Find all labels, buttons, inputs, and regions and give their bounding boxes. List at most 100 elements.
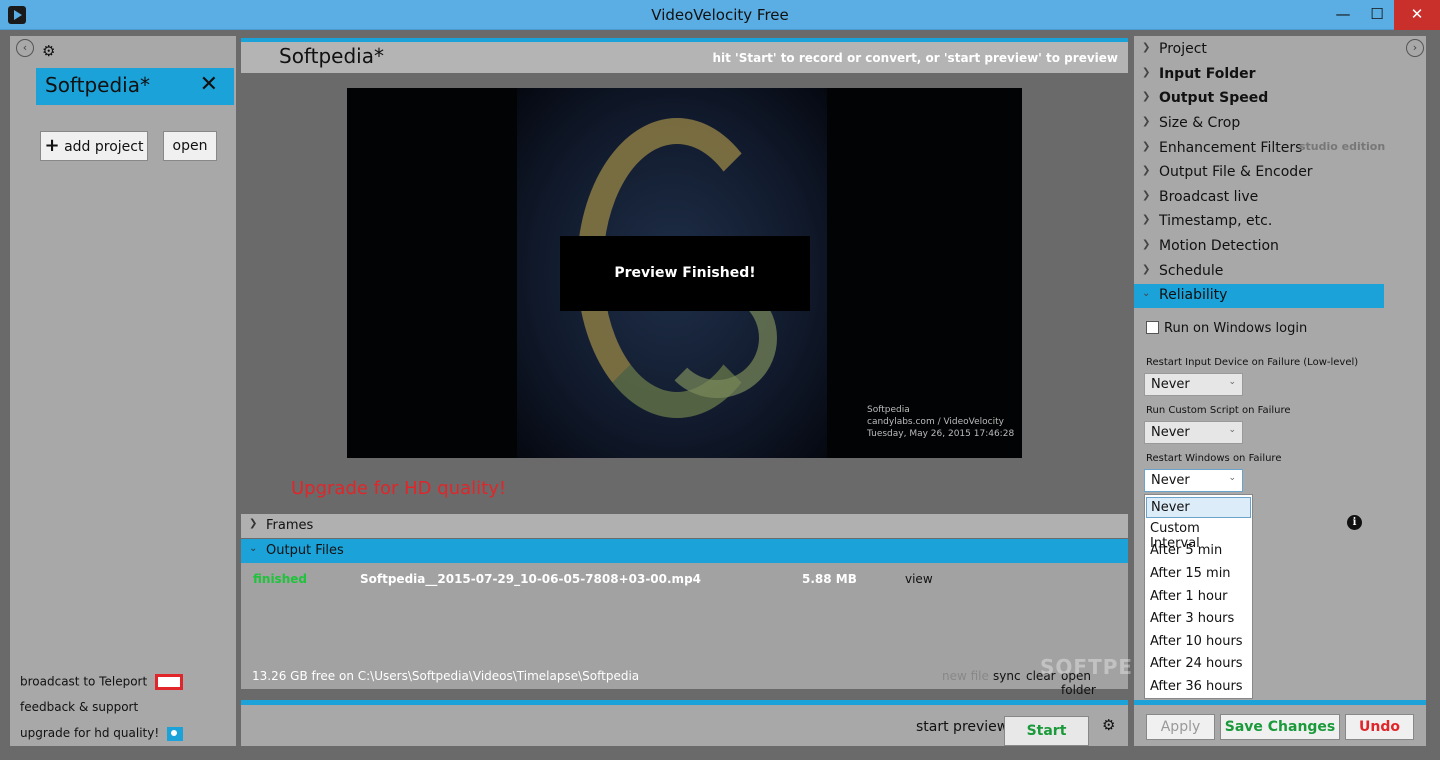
page-title: Softpedia* xyxy=(279,44,384,68)
nav-label: Broadcast live xyxy=(1159,189,1259,205)
watermark-line-2: candylabs.com / VideoVelocity xyxy=(867,417,1004,427)
preview-status-overlay: Preview Finished! xyxy=(560,236,810,311)
chevron-right-icon: ❯ xyxy=(1142,141,1151,152)
frames-section[interactable]: ❯ Frames xyxy=(241,514,1128,538)
chevron-right-icon: ❯ xyxy=(1142,165,1151,176)
add-project-label: add project xyxy=(64,139,144,155)
dropdown-option[interactable]: Never xyxy=(1146,497,1251,518)
save-changes-button[interactable]: Save Changes xyxy=(1220,714,1340,740)
chevron-right-icon: ❯ xyxy=(1142,116,1151,127)
file-size: 5.88 MB xyxy=(802,572,857,586)
info-icon[interactable]: i xyxy=(1347,515,1362,530)
nav-output-speed[interactable]: ❯ Output Speed xyxy=(1134,87,1384,111)
broadcast-link[interactable]: broadcast to Teleport xyxy=(20,674,183,690)
upgrade-link[interactable]: upgrade for hd quality! xyxy=(20,726,183,741)
file-name[interactable]: Softpedia__2015-07-29_10-06-05-7808+03-0… xyxy=(360,572,701,586)
maximize-button[interactable]: ☐ xyxy=(1360,0,1394,30)
add-project-button[interactable]: + add project xyxy=(40,131,148,161)
nav-label: Size & Crop xyxy=(1159,115,1241,131)
video-preview[interactable]: Preview Finished! Softpedia candylabs.co… xyxy=(347,88,1022,458)
restart-windows-select[interactable]: Never ⌄ xyxy=(1144,469,1243,492)
hint-text: hit 'Start' to record or convert, or 'st… xyxy=(712,51,1118,65)
file-status: finished xyxy=(253,572,307,586)
dropdown-option[interactable]: After 3 hours xyxy=(1150,611,1234,626)
run-on-login-checkbox[interactable] xyxy=(1146,321,1159,334)
forward-icon[interactable]: › xyxy=(1406,39,1424,57)
nav-label: Motion Detection xyxy=(1159,238,1279,254)
nav-schedule[interactable]: ❯ Schedule xyxy=(1134,260,1384,284)
dropdown-option[interactable]: After 1 hour xyxy=(1150,589,1228,604)
chevron-down-icon: ⌄ xyxy=(1228,377,1236,387)
nav-output-file-encoder[interactable]: ❯ Output File & Encoder xyxy=(1134,161,1384,185)
nav-label: Input Folder xyxy=(1159,66,1256,82)
close-project-icon[interactable]: ✕ xyxy=(200,72,218,97)
select-value: Never xyxy=(1151,425,1190,440)
dropdown-option[interactable]: After 10 hours xyxy=(1150,634,1243,649)
run-script-label: Run Custom Script on Failure xyxy=(1146,405,1291,416)
feedback-link[interactable]: feedback & support xyxy=(20,700,138,714)
nav-label: Schedule xyxy=(1159,263,1224,279)
chevron-down-icon: ⌄ xyxy=(249,543,258,554)
window-title: VideoVelocity Free xyxy=(651,6,789,24)
view-link[interactable]: view xyxy=(905,572,933,586)
upgrade-label: upgrade for hd quality! xyxy=(20,726,160,740)
gear-icon[interactable]: ⚙ xyxy=(42,42,55,60)
back-icon[interactable]: ‹ xyxy=(16,39,34,57)
nav-label: Timestamp, etc. xyxy=(1159,213,1273,229)
dropdown-option[interactable]: After 36 hours xyxy=(1150,679,1243,694)
plus-icon: + xyxy=(44,135,60,156)
upgrade-hd-notice[interactable]: Upgrade for HD quality! xyxy=(291,478,506,499)
video-watermark: Softpedia candylabs.com / VideoVelocity … xyxy=(867,404,1014,440)
select-value: Never xyxy=(1151,377,1190,392)
broadcast-label: broadcast to Teleport xyxy=(20,674,148,689)
chevron-right-icon: ❯ xyxy=(1142,239,1151,250)
project-tab-title: Softpedia* xyxy=(45,73,150,97)
nav-motion-detection[interactable]: ❯ Motion Detection xyxy=(1134,235,1384,259)
nav-label: Enhancement Filters xyxy=(1159,140,1303,156)
dropdown-option[interactable]: After 15 min xyxy=(1150,566,1231,581)
nav-project[interactable]: ❯ Project xyxy=(1134,38,1384,62)
nav-input-folder[interactable]: ❯ Input Folder xyxy=(1134,63,1384,87)
output-files-label: Output Files xyxy=(266,543,344,558)
bottom-bar: start preview Start ⚙ xyxy=(241,700,1128,746)
dropdown-option[interactable]: After 24 hours xyxy=(1150,656,1243,671)
chevron-right-icon: ❯ xyxy=(1142,91,1151,102)
restart-input-select[interactable]: Never ⌄ xyxy=(1144,373,1243,396)
gear-icon-settings[interactable]: ⚙ xyxy=(1102,716,1115,734)
sync-link[interactable]: sync xyxy=(993,669,1021,683)
chevron-down-icon: ⌄ xyxy=(1228,473,1236,483)
chevron-down-icon: ⌄ xyxy=(1142,288,1151,299)
preview-area: Preview Finished! Softpedia candylabs.co… xyxy=(241,73,1128,513)
nav-label: Output File & Encoder xyxy=(1159,164,1313,180)
chevron-right-icon: ❯ xyxy=(1142,190,1151,201)
watermark-line-1: Softpedia xyxy=(867,405,910,415)
run-on-login-label: Run on Windows login xyxy=(1164,321,1308,336)
free-space-text: 13.26 GB free on C:\Users\Softpedia\Vide… xyxy=(252,669,640,683)
close-button[interactable]: ✕ xyxy=(1394,0,1440,30)
project-tab[interactable]: Softpedia* ✕ xyxy=(36,68,234,105)
output-files-list: finished Softpedia__2015-07-29_10-06-05-… xyxy=(241,563,1128,697)
undo-button[interactable]: Undo xyxy=(1345,714,1414,740)
restart-windows-dropdown: Never Custom Interval After 5 min After … xyxy=(1144,494,1253,699)
start-preview-link[interactable]: start preview xyxy=(916,719,1008,735)
frames-label: Frames xyxy=(266,518,314,533)
output-files-section[interactable]: ⌄ Output Files xyxy=(241,539,1128,563)
nav-broadcast-live[interactable]: ❯ Broadcast live xyxy=(1134,186,1384,210)
run-script-select[interactable]: Never ⌄ xyxy=(1144,421,1243,444)
restart-windows-label: Restart Windows on Failure xyxy=(1146,453,1282,464)
start-button[interactable]: Start xyxy=(1004,716,1089,746)
studio-edition-badge: studio edition xyxy=(1299,140,1386,153)
open-button[interactable]: open xyxy=(163,131,217,161)
nav-reliability[interactable]: ⌄ Reliability xyxy=(1134,284,1384,308)
apply-button[interactable]: Apply xyxy=(1146,714,1215,740)
chevron-right-icon: ❯ xyxy=(1142,42,1151,53)
dropdown-option[interactable]: After 5 min xyxy=(1150,543,1222,558)
chevron-right-icon: ❯ xyxy=(1142,264,1151,275)
nav-timestamp[interactable]: ❯ Timestamp, etc. xyxy=(1134,210,1384,234)
new-file-link[interactable]: new file xyxy=(942,669,989,683)
select-value: Never xyxy=(1151,473,1190,488)
teleport-icon xyxy=(155,674,183,690)
chevron-right-icon: ❯ xyxy=(1142,214,1151,225)
minimize-button[interactable]: — xyxy=(1326,0,1360,30)
nav-size-crop[interactable]: ❯ Size & Crop xyxy=(1134,112,1384,136)
